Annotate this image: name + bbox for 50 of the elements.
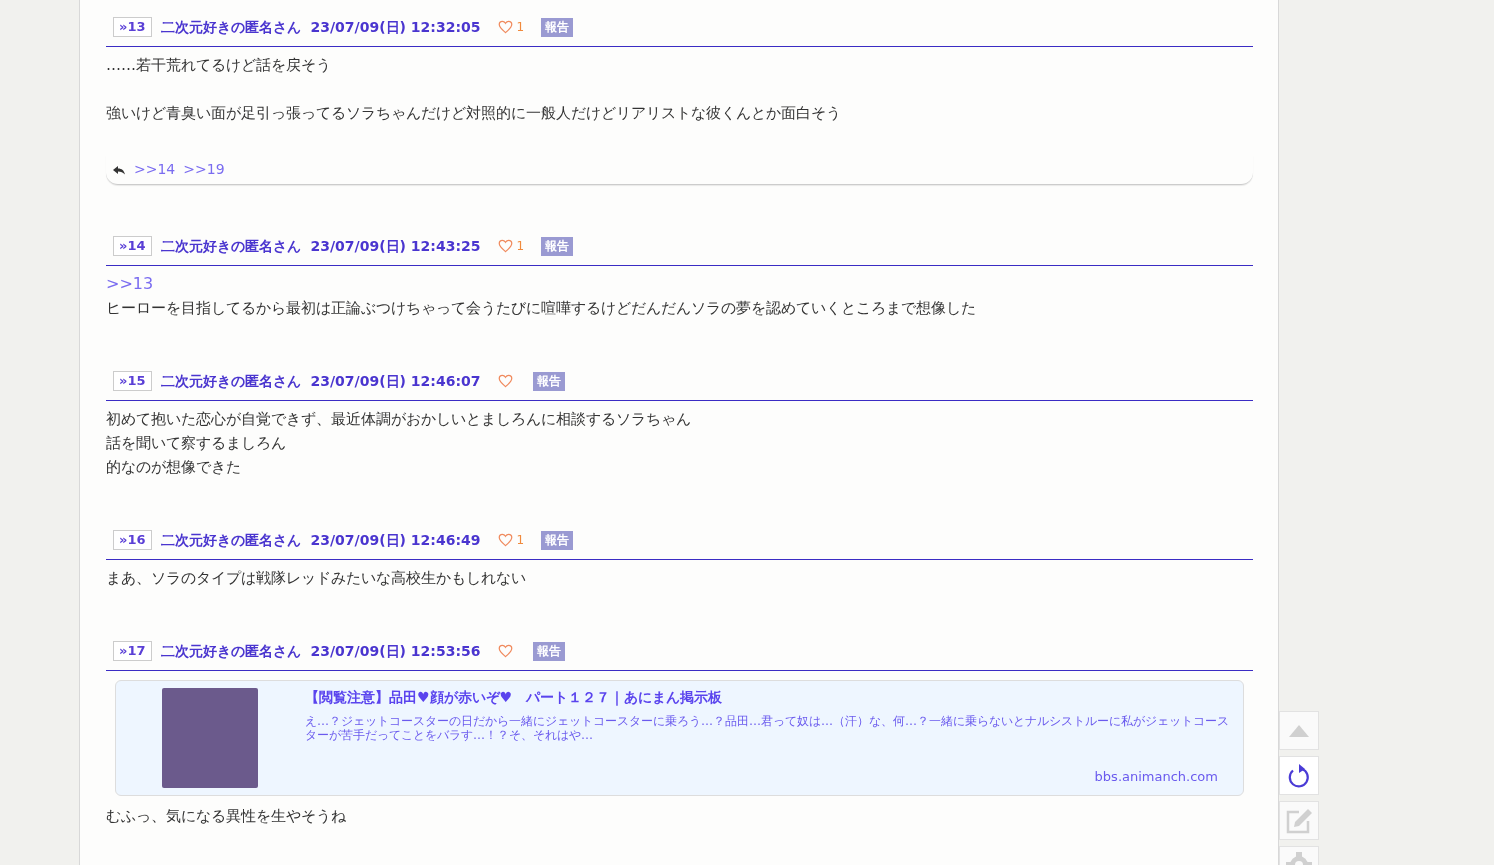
post-text: まあ、ソラのタイプは戦隊レッドみたいな高校生かもしれない [106, 568, 527, 589]
author-name: 二次元好きの匿名さん [160, 236, 301, 256]
post-text: 的なのが想像できた [106, 457, 242, 478]
link-domain: bbs.animanch.com [1094, 767, 1218, 786]
author-name: 二次元好きの匿名さん [160, 17, 301, 37]
post-date: 23/07/09(日) 12:32:05 [310, 17, 481, 37]
like-count: 1 [516, 19, 525, 36]
reply-arrow-icon [112, 164, 126, 175]
reply-link[interactable]: >>14 [134, 159, 176, 180]
report-button[interactable]: 報告 [540, 236, 573, 256]
reply-anchor-link[interactable]: >>13 [106, 272, 1253, 296]
post-date: 23/07/09(日) 12:46:07 [310, 371, 481, 391]
post-date: 23/07/09(日) 12:53:56 [310, 641, 481, 661]
author-name: 二次元好きの匿名さん [160, 371, 301, 391]
post-number[interactable]: »16 [113, 530, 152, 550]
refresh-icon [1287, 762, 1311, 789]
caret-up-icon [1288, 723, 1310, 738]
heart-icon[interactable] [497, 20, 513, 34]
heart-icon[interactable] [497, 533, 513, 547]
post-date: 23/07/09(日) 12:46:49 [310, 530, 481, 550]
link-description: え…？ジェットコースターの日だから一緒にジェットコースターに乗ろう…？品田…君って奴は…（汗）な、何…？一緒に乗らないとナルシストルーに私がジェットコースターが苦手だってことをバラす…！？そ、それはや… [305, 714, 1230, 742]
post-text: 強いけど青臭い面が足引っ張ってるソラちゃんだけど対照的に一般人だけどリアリストな彼くんとか面白そう [106, 103, 842, 124]
heart-icon[interactable] [497, 374, 513, 388]
refresh-button[interactable] [1279, 756, 1319, 795]
post-number[interactable]: »17 [113, 641, 152, 661]
post-number[interactable]: »14 [113, 236, 152, 256]
post-number[interactable]: »15 [113, 371, 152, 391]
reply-link[interactable]: >>19 [183, 159, 225, 180]
post-text: 話を聞いて察するましろん [106, 433, 287, 454]
report-button[interactable]: 報告 [540, 530, 573, 550]
author-name: 二次元好きの匿名さん [160, 641, 301, 661]
post-number[interactable]: »13 [113, 17, 152, 37]
post-text: ヒーローを目指してるから最初は正論ぶつけちゃって会うたびに喧嘩するけどだんだんソラの夢を認めていくところまで想像した [106, 298, 977, 319]
edit-button[interactable] [1279, 801, 1319, 840]
report-button[interactable]: 報告 [532, 641, 565, 661]
author-name: 二次元好きの匿名さん [160, 530, 301, 550]
like-count: 1 [516, 238, 525, 255]
like-count: 1 [516, 532, 525, 549]
post-text: ……若干荒れてるけど話を戻そう [106, 55, 332, 76]
edit-icon [1285, 806, 1313, 835]
link-preview-card[interactable]: 【閲覧注意】品田♥顔が赤いぞ♥ パート１２７｜あにまん掲示板 え…？ジェットコースターの日だから一緒にジェットコースターに乗ろう…？品田…君って奴は…（汗）な、何…？一緒に乗らないとナルシストルーに私がジェットコースターが苦手だってことをバラす…！？そ、それはや… bbs.animanch.com [115, 680, 1244, 796]
link-title[interactable]: 【閲覧注意】品田♥顔が赤いぞ♥ パート１２７｜あにまん掲示板 [305, 687, 1239, 708]
post-text: むふっ、気になる異性を生やそうね [106, 806, 347, 827]
heart-icon[interactable] [497, 239, 513, 253]
post-text: 初めて抱いた恋心が自覚できず、最近体調がおかしいとましろんに相談するソラちゃん [106, 409, 692, 430]
heart-icon[interactable] [497, 644, 513, 658]
scroll-top-button[interactable] [1279, 711, 1319, 750]
report-button[interactable]: 報告 [540, 17, 573, 37]
report-button[interactable]: 報告 [532, 371, 565, 391]
post-date: 23/07/09(日) 12:43:25 [310, 236, 481, 256]
